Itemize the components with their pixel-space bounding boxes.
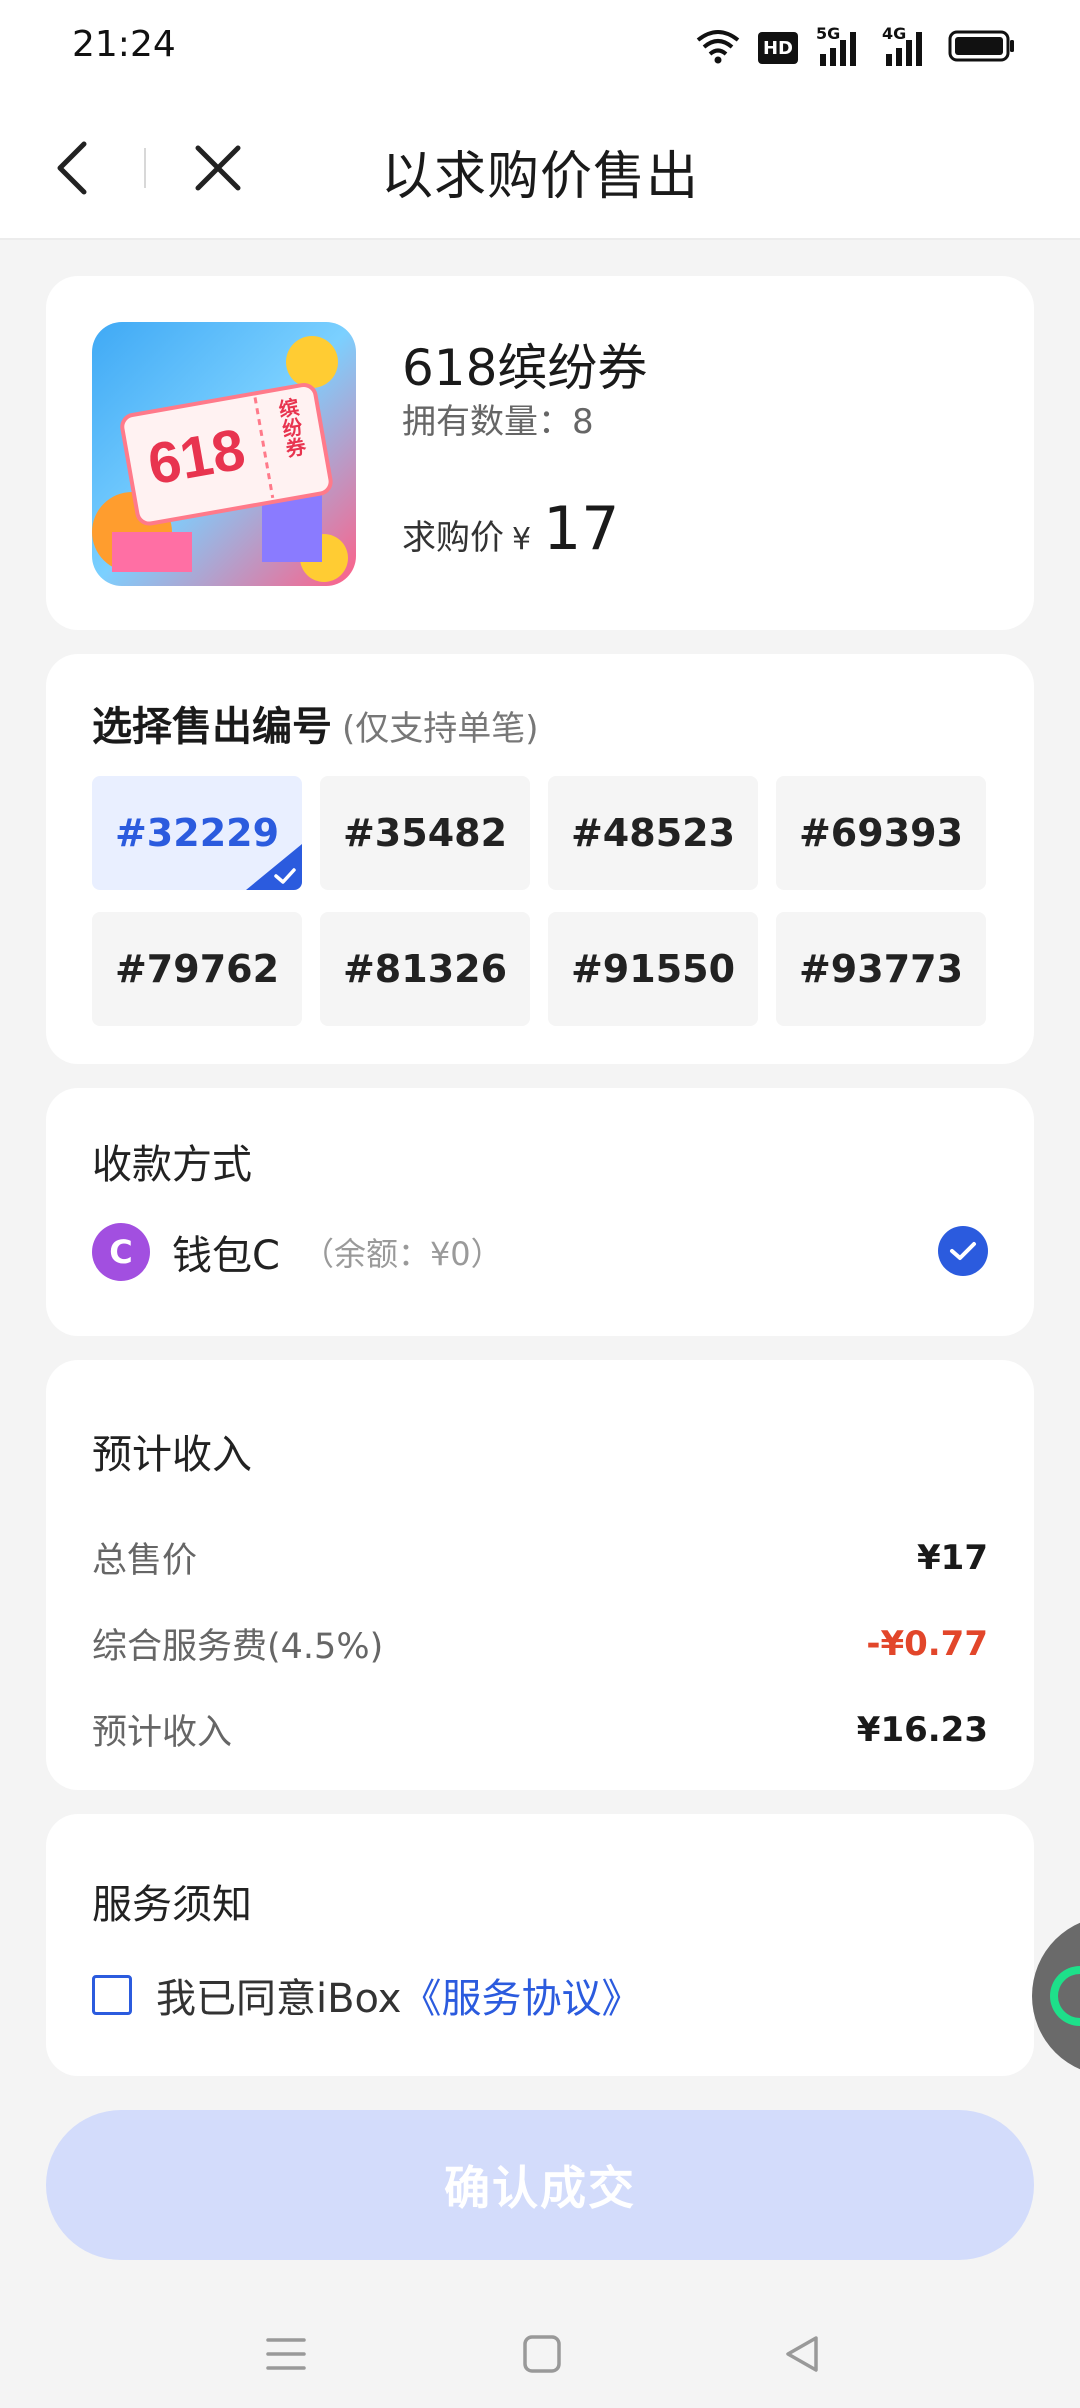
wallet-avatar: C <box>92 1223 150 1281</box>
5g-signal-icon: 5G <box>816 24 864 68</box>
menu-button[interactable] <box>246 2314 326 2394</box>
nav-bar: 以求购价售出 <box>0 96 1080 240</box>
serial-option[interactable]: #91550 <box>548 912 758 1026</box>
serial-label: #91550 <box>570 947 736 991</box>
income-value: ¥16.23 <box>856 1709 988 1750</box>
serial-section-title: 选择售出编号 <box>92 704 332 750</box>
page-title: 以求购价售出 <box>380 147 699 207</box>
serial-option[interactable]: #69393 <box>776 776 986 890</box>
home-button[interactable] <box>502 2314 582 2394</box>
system-nav-bar <box>0 2290 1080 2408</box>
agreement-row: 我已同意iBox 《服务协议》 <box>92 1966 641 2024</box>
back-triangle-icon <box>786 2336 818 2372</box>
wifi-icon <box>696 28 740 68</box>
serial-grid: #32229 #35482 #48523 #69393 #79762 #8132… <box>92 776 988 1026</box>
agreement-checkbox[interactable] <box>92 1975 132 2015</box>
floating-assistant-button[interactable] <box>1032 1916 1080 2076</box>
serial-option[interactable]: #81326 <box>320 912 530 1026</box>
income-row-fee: 综合服务费(4.5%) -¥0.77 <box>92 1618 988 1669</box>
home-square-icon <box>523 2335 561 2373</box>
selected-check-icon <box>246 844 302 890</box>
serial-option[interactable]: #79762 <box>92 912 302 1026</box>
back-nav-button[interactable] <box>762 2314 842 2394</box>
wallet-balance: （余额：¥0） <box>301 1235 503 1273</box>
serial-label: #48523 <box>570 811 736 855</box>
income-label: 总售价 <box>92 1541 198 1581</box>
serial-section-note: (仅支持单笔) <box>342 709 539 749</box>
status-time: 21:24 <box>72 24 176 65</box>
menu-icon <box>266 2338 306 2370</box>
product-thumbnail: 618 缤纷券 <box>92 322 356 586</box>
hd-label: HD <box>762 37 793 59</box>
service-agreement-link[interactable]: 《服务协议》 <box>401 1966 641 2024</box>
product-card: 618 缤纷券 618缤纷券 拥有数量：8 求购价 ¥ 17 <box>46 276 1034 630</box>
serial-option[interactable]: #32229 <box>92 776 302 890</box>
serial-section-header: 选择售出编号 (仅支持单笔) <box>92 694 539 752</box>
bid-price-row: 求购价 ¥ 17 <box>402 494 619 564</box>
serial-label: #35482 <box>342 811 508 855</box>
serial-option[interactable]: #48523 <box>548 776 758 890</box>
bid-price-value: 17 <box>543 494 620 564</box>
income-card: 预计收入 总售价 ¥17 综合服务费(4.5%) -¥0.77 预计收入 ¥16… <box>46 1360 1034 1790</box>
income-row-total: 总售价 ¥17 <box>92 1532 988 1583</box>
floating-arc-icon <box>1050 1966 1080 2026</box>
income-row-net: 预计收入 ¥16.23 <box>92 1704 988 1755</box>
battery-icon <box>948 29 1016 67</box>
income-label: 综合服务费(4.5%) <box>92 1627 384 1667</box>
status-bar: 21:24 HD 5G 4G <box>0 0 1080 96</box>
bid-price-label: 求购价 <box>402 518 504 558</box>
wallet-option[interactable]: C 钱包C （余额：¥0） <box>92 1220 988 1284</box>
check-circle-icon[interactable] <box>938 1226 988 1276</box>
serial-label: #93773 <box>798 947 964 991</box>
serial-option[interactable]: #35482 <box>320 776 530 890</box>
serial-select-card: 选择售出编号 (仅支持单笔) #32229 #35482 #48523 #693… <box>46 654 1034 1064</box>
confirm-deal-button[interactable]: 确认成交 <box>46 2110 1034 2260</box>
service-notice-title: 服务须知 <box>92 1882 252 1928</box>
4g-signal-icon: 4G <box>882 24 930 68</box>
product-quantity: 拥有数量：8 <box>402 402 594 442</box>
serial-option[interactable]: #93773 <box>776 912 986 1026</box>
serial-label: #69393 <box>798 811 964 855</box>
income-label: 预计收入 <box>92 1713 233 1753</box>
agreement-text: 我已同意iBox <box>156 1976 402 2022</box>
bid-currency: ¥ <box>512 522 532 557</box>
income-value: ¥17 <box>917 1537 988 1578</box>
payment-method-title: 收款方式 <box>92 1142 252 1188</box>
serial-label: #79762 <box>114 947 280 991</box>
status-icons: HD 5G 4G <box>696 24 1016 70</box>
hd-icon: HD <box>758 32 798 64</box>
product-name: 618缤纷券 <box>402 339 648 397</box>
income-title: 预计收入 <box>92 1432 252 1478</box>
wallet-name: 钱包C <box>172 1233 280 1279</box>
serial-label: #81326 <box>342 947 508 991</box>
payment-method-card: 收款方式 C 钱包C （余额：¥0） <box>46 1088 1034 1336</box>
income-value: -¥0.77 <box>866 1623 988 1664</box>
service-notice-card: 服务须知 我已同意iBox 《服务协议》 <box>46 1814 1034 2076</box>
